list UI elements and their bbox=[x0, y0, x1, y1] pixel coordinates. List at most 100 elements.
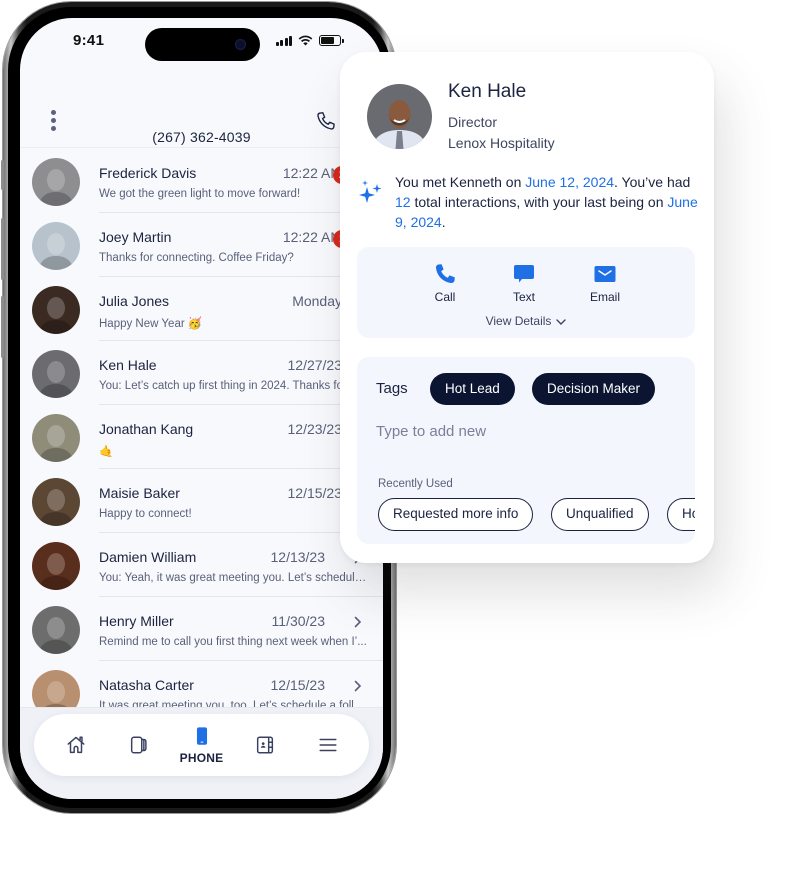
contact-avatar bbox=[32, 158, 80, 206]
contact-name: Jonathan Kang bbox=[99, 421, 194, 437]
contact-avatar bbox=[32, 222, 80, 270]
message-preview: Remind me to call you first thing next w… bbox=[99, 636, 367, 648]
message-time: Monday bbox=[292, 293, 342, 309]
contact-name: Maisie Baker bbox=[99, 485, 180, 501]
contact-avatar bbox=[32, 350, 80, 398]
contact-name: Natasha Carter bbox=[99, 677, 194, 693]
contact-name: Ken Hale bbox=[99, 357, 157, 373]
chevron-down-icon bbox=[556, 319, 567, 325]
nav-phone-label: PHONE bbox=[179, 750, 224, 765]
nav-phone[interactable]: PHONE bbox=[173, 717, 231, 773]
conversation-row[interactable]: Frederick Davis We got the green light to… bbox=[20, 149, 383, 213]
contact-title: Director bbox=[448, 114, 498, 130]
summary-text: . You’ve had bbox=[614, 174, 691, 190]
phone-action-button bbox=[1, 160, 4, 190]
more-options-icon[interactable] bbox=[51, 110, 56, 131]
conversation-row[interactable]: Damien William You: Yeah, it was great me… bbox=[20, 533, 383, 597]
conversation-row[interactable]: Jonathan Kang 🤙 12/23/23 bbox=[20, 405, 383, 469]
bottom-nav: PHONE bbox=[34, 714, 369, 776]
conversation-header: (267) 362-4039 bbox=[20, 78, 383, 148]
text-label: Text bbox=[512, 290, 535, 304]
contact-name: Henry Miller bbox=[99, 613, 174, 629]
contact-name: Ken Hale bbox=[448, 81, 527, 102]
contact-book-icon bbox=[256, 736, 273, 754]
message-time: 12/15/23 bbox=[287, 485, 343, 501]
quick-actions-panel: Call Text Email View Details bbox=[357, 247, 695, 338]
envelope-icon bbox=[594, 266, 616, 282]
phone-screen: 9:41 (267) 362-4039 Frederick Davis We go… bbox=[20, 18, 383, 799]
recent-tag-chip[interactable]: Unqualified bbox=[551, 498, 649, 531]
tags-label: Tags bbox=[376, 380, 408, 397]
call-icon[interactable] bbox=[315, 110, 337, 132]
nav-home[interactable] bbox=[47, 717, 105, 773]
message-preview: Happy New Year 🥳 bbox=[99, 318, 203, 330]
phone-icon bbox=[435, 264, 455, 284]
home-icon bbox=[66, 736, 85, 754]
contact-avatar bbox=[32, 542, 80, 590]
interaction-summary: You met Kenneth on June 12, 2024. You’ve… bbox=[395, 172, 700, 232]
phone-device-icon bbox=[196, 726, 207, 745]
contact-name: Damien William bbox=[99, 549, 197, 565]
contact-name: Julia Jones bbox=[99, 293, 170, 309]
message-time: 12/15/23 bbox=[270, 677, 326, 693]
message-time: 11/30/23 bbox=[271, 613, 325, 629]
recently-used-label: Recently Used bbox=[378, 478, 453, 490]
contact-avatar bbox=[32, 606, 80, 654]
summary-text: . bbox=[441, 214, 446, 230]
cards-icon bbox=[130, 736, 147, 754]
bottom-nav-area: PHONE bbox=[20, 707, 383, 799]
email-label: Email bbox=[589, 290, 620, 304]
view-details-toggle[interactable]: View Details bbox=[357, 314, 695, 328]
chevron-right-icon bbox=[354, 680, 362, 692]
contact-company: Lenox Hospitality bbox=[448, 135, 555, 151]
add-tag-input[interactable] bbox=[376, 423, 676, 440]
conversation-list: Frederick Davis We got the green light to… bbox=[20, 149, 383, 725]
phone-volume-up-button bbox=[1, 218, 4, 280]
status-icons bbox=[275, 35, 344, 46]
interaction-count-link[interactable]: 12 bbox=[395, 194, 411, 210]
message-preview: Thanks for connecting. Coffee Friday? bbox=[99, 252, 294, 264]
call-label: Call bbox=[434, 290, 456, 304]
conversation-row[interactable]: Ken Hale You: Let’s catch up first thing … bbox=[20, 341, 383, 405]
nav-menu[interactable] bbox=[299, 717, 357, 773]
recent-tag-chip[interactable]: Hot Lead bbox=[667, 498, 695, 531]
conversation-row[interactable]: Henry Miller Remind me to call you first … bbox=[20, 597, 383, 661]
message-preview: You: Let’s catch up first thing in 2024.… bbox=[99, 380, 347, 392]
contact-name: Frederick Davis bbox=[99, 165, 197, 181]
front-camera bbox=[235, 39, 246, 50]
email-action-button[interactable]: Email bbox=[575, 262, 635, 304]
message-preview: You: Yeah, it was great meeting you. Let… bbox=[99, 572, 369, 584]
nav-cards[interactable] bbox=[110, 717, 168, 773]
contact-avatar bbox=[32, 478, 80, 526]
recent-tag-chip[interactable]: Requested more info bbox=[378, 498, 534, 531]
chevron-right-icon bbox=[354, 616, 362, 628]
contact-avatar bbox=[32, 414, 80, 462]
message-time: 12/13/23 bbox=[270, 549, 326, 565]
nav-contacts[interactable] bbox=[236, 717, 294, 773]
contact-avatar bbox=[367, 84, 432, 149]
applied-tag-chip[interactable]: Hot Lead bbox=[430, 373, 515, 405]
status-time: 9:41 bbox=[73, 32, 105, 49]
summary-text: You met Kenneth on bbox=[395, 174, 526, 190]
conversation-row[interactable]: Maisie Baker Happy to connect! 12/15/23 bbox=[20, 469, 383, 533]
message-preview: 🤙 bbox=[99, 446, 114, 458]
call-action-button[interactable]: Call bbox=[415, 262, 475, 304]
phone-volume-down-button bbox=[1, 296, 4, 358]
cellular-signal-icon bbox=[275, 35, 292, 46]
met-date-link[interactable]: June 12, 2024 bbox=[525, 174, 614, 190]
battery-icon bbox=[319, 35, 344, 46]
conversation-row[interactable]: Joey Martin Thanks for connecting. Coffee… bbox=[20, 213, 383, 277]
tags-panel: Tags Hot Lead Decision Maker Recently Us… bbox=[357, 357, 695, 544]
dynamic-island bbox=[145, 28, 260, 61]
message-preview: We got the green light to move forward! bbox=[99, 188, 301, 200]
contact-avatar bbox=[32, 286, 80, 334]
contact-card: Ken Hale Director Lenox Hospitality You … bbox=[340, 52, 714, 563]
text-action-button[interactable]: Text bbox=[494, 262, 554, 304]
chat-bubble-icon bbox=[514, 265, 534, 283]
conversation-row[interactable]: Julia Jones Happy New Year 🥳 Monday bbox=[20, 277, 383, 341]
applied-tag-chip[interactable]: Decision Maker bbox=[532, 373, 656, 405]
hamburger-menu-icon bbox=[318, 738, 337, 752]
contact-name: Joey Martin bbox=[99, 229, 172, 245]
ai-sparkle-icon bbox=[359, 180, 382, 203]
message-time: 12/27/23 bbox=[287, 357, 343, 373]
